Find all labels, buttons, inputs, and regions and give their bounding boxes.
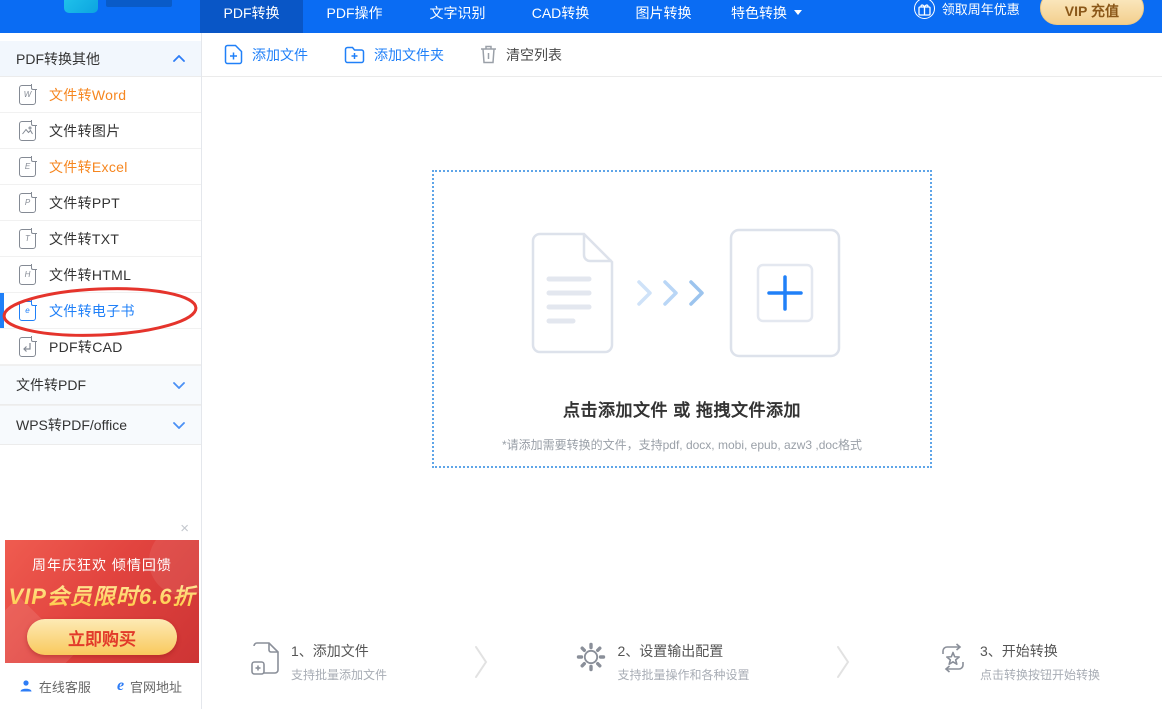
website-link[interactable]: e 官网地址 [117,677,182,696]
dropzone-title: 点击添加文件 或 拖拽文件添加 [563,396,801,421]
step-add-file: 1、添加文件 支持批量添加文件 [250,641,387,683]
add-file-icon [224,44,243,65]
doc-e-icon: E [19,157,36,177]
promo-line2: VIP会员限时6.6折 [5,579,199,611]
doc-t-icon: T [19,229,36,249]
sidebar-item-excel[interactable]: E 文件转Excel [0,149,201,185]
claim-offer-link[interactable]: 领取周年优惠 [914,0,1020,23]
sidebar-item-ppt[interactable]: P 文件转PPT [0,185,201,221]
tab-cad-convert[interactable]: CAD转换 [509,0,612,33]
add-file-button[interactable]: 添加文件 [224,44,308,65]
doc-ebook-icon: e [19,301,36,321]
chevron-up-icon [173,55,185,62]
steps-bar: 1、添加文件 支持批量添加文件 [250,641,1100,683]
app-logo-icon [64,0,98,13]
add-file-card-icon [729,228,841,358]
vip-recharge-button[interactable]: VIP 充值 [1040,0,1144,25]
trash-icon [480,45,497,64]
chevron-down-icon [173,422,185,429]
doc-h-icon: H [19,265,36,285]
sidebar-item-image[interactable]: 文件转图片 [0,113,201,149]
sidebar-menu: W 文件转Word 文件转图片 E 文件转Excel P [0,77,201,365]
app-window: PDF转换 PDF操作 文字识别 CAD转换 图片转换 特色转换 领取周年优惠 … [0,0,1162,709]
sidebar-item-word[interactable]: W 文件转Word [0,77,201,113]
file-dropzone[interactable]: 点击添加文件 或 拖拽文件添加 *请添加需要转换的文件，支持pdf, docx,… [432,170,932,468]
section-label: PDF转换其他 [16,49,100,69]
section-label: WPS转PDF/office [16,415,127,435]
buy-now-button[interactable]: 立即购买 [27,619,177,655]
promo-line1: 周年庆狂欢 倾情回馈 [5,555,199,575]
browser-e-icon: e [117,679,124,693]
tab-image-convert[interactable]: 图片转换 [612,0,715,33]
sidebar-item-ebook[interactable]: e 文件转电子书 [0,293,201,329]
dropzone-illustration [523,228,841,358]
tab-pdf-operate[interactable]: PDF操作 [303,0,406,33]
dropzone-hint: *请添加需要转换的文件，支持pdf, docx, mobi, epub, azw… [502,436,862,453]
tab-pdf-convert[interactable]: PDF转换 [200,0,303,33]
vip-promo-banner[interactable]: 周年庆狂欢 倾情回馈 VIP会员限时6.6折 立即购买 [5,540,199,663]
tab-ocr[interactable]: 文字识别 [406,0,509,33]
navbar-right: 领取周年优惠 VIP 充值 [914,0,1144,25]
document-icon [523,232,619,354]
doc-p-icon: P [19,193,36,213]
main-content: 添加文件 添加文件夹 清空列表 [202,33,1162,709]
chevron-down-icon [794,10,802,19]
file-plus-icon [250,641,280,675]
online-support-link[interactable]: 在线客服 [19,677,91,696]
doc-w-icon: W [19,85,36,105]
app-logo-text [106,0,172,7]
sidebar-section-to-pdf[interactable]: 文件转PDF [0,365,201,405]
image-icon [19,121,36,141]
toolbar: 添加文件 添加文件夹 清空列表 [202,33,1162,77]
claim-offer-label: 领取周年优惠 [942,0,1020,18]
chevrons-right-icon [635,279,713,307]
sidebar-section-pdf-other[interactable]: PDF转换其他 [0,41,201,77]
top-navbar: PDF转换 PDF操作 文字识别 CAD转换 图片转换 特色转换 领取周年优惠 … [0,0,1162,33]
gear-icon [575,641,607,673]
step-configure: 2、设置输出配置 支持批量操作和各种设置 [575,641,750,683]
doc-cad-icon [19,337,36,357]
gift-icon [914,0,935,19]
chevron-down-icon [173,382,185,389]
main-tabs: PDF转换 PDF操作 文字识别 CAD转换 图片转换 特色转换 [200,0,818,33]
step-separator [750,644,937,680]
add-folder-button[interactable]: 添加文件夹 [344,45,444,65]
section-label: 文件转PDF [16,375,86,395]
star-convert-icon [937,641,969,675]
add-folder-icon [344,46,365,64]
close-icon[interactable]: × [180,520,189,538]
chevron-right-icon [835,644,851,680]
tab-special-convert[interactable]: 特色转换 [715,0,818,33]
step-separator [387,644,574,680]
sidebar-item-txt[interactable]: T 文件转TXT [0,221,201,257]
person-icon [19,679,33,693]
sidebar-item-html[interactable]: H 文件转HTML [0,257,201,293]
step-convert: 3、开始转换 点击转换按钮开始转换 [937,641,1100,683]
sidebar-section-wps[interactable]: WPS转PDF/office [0,405,201,445]
clear-list-button[interactable]: 清空列表 [480,45,562,65]
sidebar: PDF转换其他 W 文件转Word 文件转图片 [0,33,202,709]
sidebar-item-cad[interactable]: PDF转CAD [0,329,201,365]
chevron-right-icon [473,644,489,680]
sidebar-footer: 在线客服 e 官网地址 [0,663,201,709]
